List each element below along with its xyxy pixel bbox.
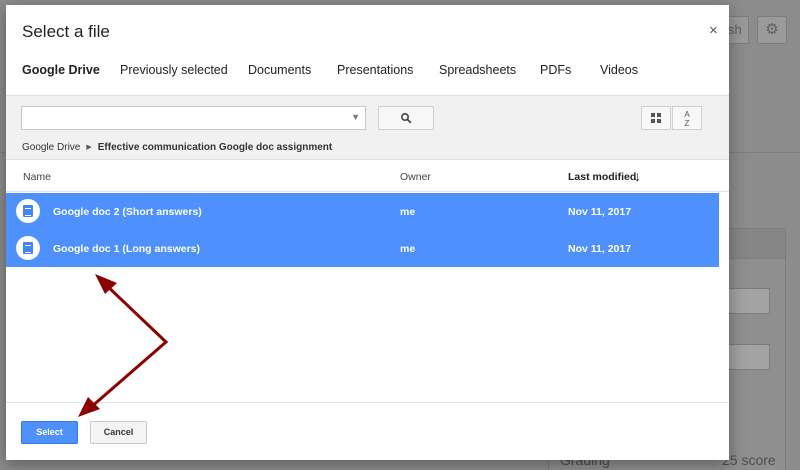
- dropdown-caret-icon[interactable]: ▼: [351, 112, 360, 122]
- column-last-modified[interactable]: Last modified: [568, 171, 636, 183]
- breadcrumb-current: Effective communication Google doc assig…: [97, 142, 333, 153]
- column-owner[interactable]: Owner: [400, 171, 431, 183]
- search-toolbar: ▼ AZ Google Drive ▶ Effective communicatio…: [6, 95, 729, 160]
- file-name: Google doc 1 (Long answers): [53, 243, 201, 255]
- grid-view-button[interactable]: [641, 106, 671, 130]
- file-picker-dialog: Select a file × Google Drive Previously …: [6, 5, 729, 460]
- tab-previously-selected[interactable]: Previously selected: [120, 53, 228, 97]
- search-input[interactable]: ▼: [21, 106, 366, 130]
- search-icon: [400, 112, 412, 124]
- file-modified: Nov 11, 2017: [568, 206, 632, 218]
- breadcrumb-root[interactable]: Google Drive: [22, 142, 80, 153]
- table-row[interactable]: Google doc 1 (Long answers) me Nov 11, 2…: [6, 230, 719, 267]
- search-button[interactable]: [378, 106, 434, 130]
- dialog-footer: Select Cancel: [6, 402, 729, 460]
- dialog-title: Select a file: [22, 22, 110, 41]
- google-doc-icon: [16, 236, 40, 260]
- tab-presentations[interactable]: Presentations: [337, 53, 413, 97]
- google-doc-icon: [16, 199, 40, 223]
- tab-videos[interactable]: Videos: [600, 53, 638, 97]
- tab-documents[interactable]: Documents: [248, 53, 311, 97]
- cancel-button[interactable]: Cancel: [90, 421, 147, 444]
- close-icon[interactable]: ×: [709, 22, 718, 39]
- background-field: [722, 344, 770, 370]
- file-owner: me: [400, 243, 416, 255]
- tab-spreadsheets[interactable]: Spreadsheets: [439, 53, 516, 97]
- file-owner: me: [400, 206, 416, 218]
- background-field: [722, 288, 770, 314]
- gear-icon: ⚙: [757, 16, 787, 44]
- table-row[interactable]: Google doc 2 (Short answers) me Nov 11, …: [6, 193, 719, 230]
- sort-down-arrow-icon: ↓: [634, 168, 641, 184]
- file-name: Google doc 2 (Short answers): [53, 206, 202, 218]
- file-modified: Nov 11, 2017: [568, 243, 632, 255]
- sort-az-icon[interactable]: AZ: [672, 106, 702, 130]
- score-label: 25 score: [722, 452, 776, 468]
- tab-google-drive[interactable]: Google Drive: [22, 53, 100, 97]
- grid-view-icon: [651, 113, 661, 123]
- tab-bar: Google Drive Previously selected Documen…: [6, 53, 729, 97]
- tab-pdfs[interactable]: PDFs: [540, 53, 571, 97]
- column-name[interactable]: Name: [23, 171, 51, 183]
- table-header: Name Owner Last modified ↓: [6, 160, 729, 192]
- breadcrumb: Google Drive ▶ Effective communication Goo…: [22, 142, 332, 153]
- select-button[interactable]: Select: [21, 421, 78, 444]
- chevron-right-icon: ▶: [86, 144, 92, 151]
